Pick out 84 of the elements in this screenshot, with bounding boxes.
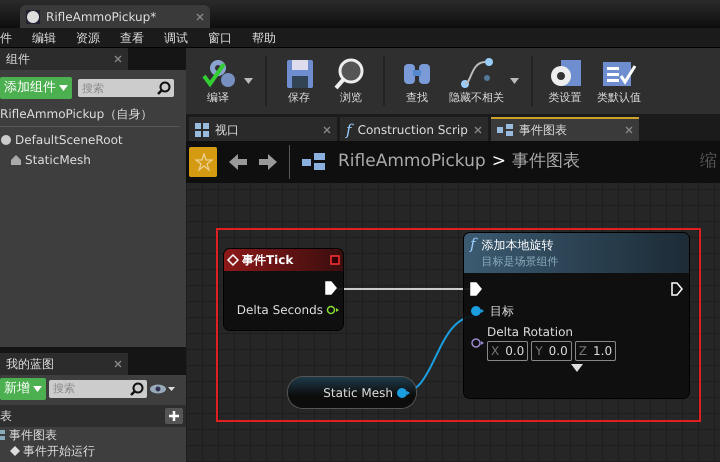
pin-label: Delta Seconds: [236, 302, 323, 319]
breadcrumb-item[interactable]: 事件图表: [512, 149, 580, 175]
section-label: 表: [0, 408, 12, 424]
zoom-label: 缩: [700, 150, 717, 174]
vector-field[interactable]: Y 0.0: [531, 341, 572, 361]
caret-icon[interactable]: [510, 78, 519, 84]
breadcrumb-item[interactable]: RifleAmmoPickup: [338, 149, 486, 175]
variable-node[interactable]: Static Mesh: [288, 377, 416, 408]
menu-item[interactable]: 调试: [154, 28, 198, 46]
pin-label: 目标: [490, 303, 514, 320]
function-icon: f: [346, 118, 352, 142]
sphere-icon: [0, 134, 12, 146]
star-icon: [195, 153, 213, 172]
sphere-icon: [26, 10, 40, 24]
breadcrumb-separator: >: [492, 150, 506, 174]
close-icon[interactable]: [114, 55, 122, 63]
graph-icon: [497, 124, 513, 136]
tree-item[interactable]: StaticMesh: [0, 150, 186, 170]
close-icon[interactable]: [196, 12, 204, 20]
expand-arrow-icon[interactable]: [570, 364, 582, 372]
float-pin-icon: [326, 305, 340, 315]
tab-label: 事件图表: [519, 122, 568, 139]
graph-icon: [0, 428, 6, 440]
function-icon: f: [470, 236, 476, 273]
forward-arrow-icon[interactable]: [259, 154, 277, 170]
menu-item[interactable]: 窗口: [198, 28, 242, 46]
node-title: 事件Tick: [242, 252, 294, 269]
panel-tab[interactable]: 组件: [0, 48, 128, 70]
tree-item[interactable]: 事件开始运行: [0, 442, 186, 458]
editor-tab[interactable]: 事件图表: [491, 117, 639, 141]
tree-item[interactable]: DefaultSceneRoot: [0, 130, 186, 150]
toolbar-button[interactable]: 类设置: [539, 54, 591, 108]
document-tab[interactable]: RifleAmmoPickup*: [20, 5, 210, 28]
close-icon[interactable]: [474, 126, 482, 134]
menu-item[interactable]: 资源: [66, 28, 110, 46]
plus-icon[interactable]: [165, 408, 183, 424]
diamond-icon: [10, 446, 20, 456]
tab-label: 视口: [215, 122, 240, 139]
graph-icon: [302, 153, 326, 171]
exec-pin-icon: [325, 281, 337, 295]
node-subtitle: 目标是场景组件: [482, 254, 559, 270]
house-icon: [10, 154, 22, 166]
search-field[interactable]: 搜索: [78, 79, 174, 97]
tab-label: Construction Scrip: [358, 122, 468, 139]
search-icon: [130, 382, 144, 396]
object-pin-icon: [470, 305, 484, 317]
menu-item[interactable]: 帮助: [242, 28, 286, 46]
toolbar-button[interactable]: 查找: [391, 54, 443, 108]
diamond-icon: [227, 254, 239, 266]
toolbar-button[interactable]: 浏览: [325, 54, 377, 108]
menu-item[interactable]: 编辑: [22, 28, 66, 46]
tree-item[interactable]: 事件图表: [0, 426, 186, 442]
editor-tab[interactable]: f Construction Scrip: [340, 117, 488, 141]
close-icon[interactable]: [114, 360, 122, 368]
back-arrow-icon[interactable]: [229, 154, 247, 170]
toolbar-button[interactable]: 保存: [273, 54, 325, 108]
exec-pin-icon: [671, 282, 683, 296]
menu-item[interactable]: 件: [0, 28, 22, 46]
close-icon[interactable]: [323, 126, 331, 134]
toolbar-button[interactable]: 隐藏不相关: [443, 54, 510, 108]
vector-field[interactable]: Z 1.0: [574, 341, 616, 361]
node-label: Static Mesh: [323, 384, 393, 402]
grid-icon: [195, 123, 209, 137]
eye-icon[interactable]: [150, 382, 176, 394]
search-field[interactable]: 搜索: [49, 380, 147, 398]
self-label: RifleAmmoPickup（自身）: [0, 102, 180, 127]
close-icon[interactable]: [625, 126, 633, 134]
rotator-pin-icon: [470, 337, 484, 349]
search-icon: [157, 81, 171, 95]
exec-pin-icon: [470, 282, 482, 296]
stop-icon: [330, 255, 340, 265]
panel-tab[interactable]: 我的蓝图: [0, 352, 128, 374]
function-node[interactable]: f 添加本地旋转 目标是场景组件 目标 Delta Rotation X 0.0 Y 0.0 Z 1.0: [464, 233, 689, 398]
editor-tab[interactable]: 视口: [189, 117, 337, 141]
toolbar-button[interactable]: 类默认值: [591, 54, 647, 108]
node-title: 添加本地旋转: [482, 237, 555, 254]
vector-field[interactable]: X 0.0: [487, 341, 528, 361]
caret-icon[interactable]: [244, 78, 253, 84]
tab-title: RifleAmmoPickup*: [46, 8, 158, 26]
object-pin-icon: [396, 386, 410, 398]
menu-item[interactable]: 查看: [110, 28, 154, 46]
event-node[interactable]: 事件Tick Delta Seconds: [224, 249, 343, 330]
toolbar-button[interactable]: 编译: [192, 54, 244, 108]
pin-label: Delta Rotation: [487, 324, 574, 341]
